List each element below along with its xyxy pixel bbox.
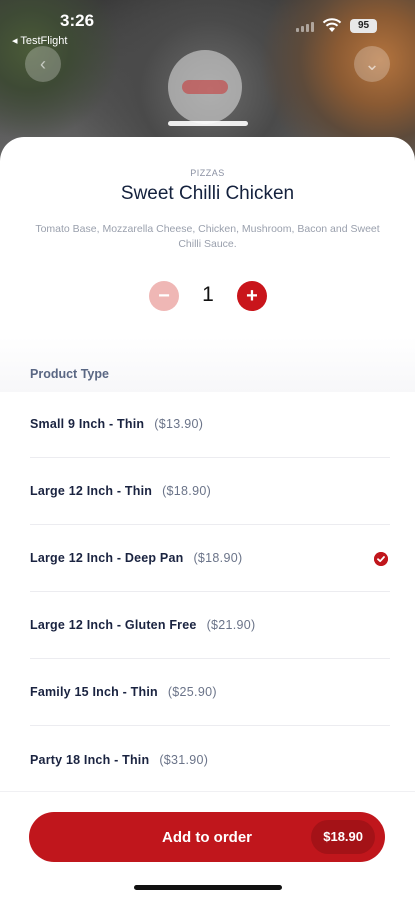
option-price: ($21.90) xyxy=(206,618,256,632)
decrease-quantity-button[interactable]: − xyxy=(149,281,179,311)
option-price: ($18.90) xyxy=(193,551,243,565)
option-name: Party 18 Inch - Thin xyxy=(30,752,150,767)
selected-check-icon xyxy=(374,552,388,566)
quantity-value: 1 xyxy=(202,283,214,306)
option-name: Small 9 Inch - Thin xyxy=(30,417,145,431)
order-total-badge: $18.90 xyxy=(311,820,375,854)
product-type-option[interactable]: Party 18 Inch - Thin ($31.90) xyxy=(30,726,390,793)
option-name: Large 12 Inch - Deep Pan xyxy=(30,551,184,565)
product-type-option[interactable]: Family 15 Inch - Thin ($25.90) xyxy=(30,659,390,726)
product-type-heading: Product Type xyxy=(30,367,109,381)
plate-image xyxy=(168,50,242,124)
cellular-signal-icon xyxy=(296,22,314,32)
add-to-order-button[interactable]: Add to order $18.90 xyxy=(29,812,385,862)
footer-divider xyxy=(0,791,415,792)
section-band xyxy=(0,337,415,392)
option-price: ($18.90) xyxy=(162,484,212,498)
quantity-stepper: − 1 + xyxy=(0,281,415,313)
product-type-option[interactable]: Large 12 Inch - Gluten Free ($21.90) xyxy=(30,592,390,659)
status-bar: 3:26 ◂ TestFlight 95 xyxy=(0,0,415,50)
product-type-option[interactable]: Small 9 Inch - Thin ($13.90) xyxy=(30,391,390,458)
product-type-option[interactable]: Large 12 Inch - Thin ($18.90) xyxy=(30,458,390,525)
option-price: ($31.90) xyxy=(159,752,209,767)
increase-quantity-button[interactable]: + xyxy=(237,281,267,311)
status-time: 3:26 xyxy=(60,11,95,30)
wifi-icon xyxy=(322,18,342,32)
home-indicator[interactable] xyxy=(134,885,282,890)
back-to-testflight[interactable]: ◂ TestFlight xyxy=(12,34,67,47)
product-type-list: Small 9 Inch - Thin ($13.90) Large 12 In… xyxy=(30,391,390,793)
option-price: ($13.90) xyxy=(154,417,204,431)
product-description: Tomato Base, Mozzarella Cheese, Chicken,… xyxy=(35,223,380,250)
option-name: Large 12 Inch - Thin xyxy=(30,484,153,498)
add-to-order-label: Add to order xyxy=(162,828,252,846)
sheet-grabber[interactable] xyxy=(168,121,248,126)
option-name: Family 15 Inch - Thin xyxy=(30,685,158,699)
product-category: PIZZAS xyxy=(190,168,225,178)
product-title: Sweet Chilli Chicken xyxy=(120,183,295,204)
battery-icon: 95 xyxy=(350,19,377,33)
close-icon[interactable]: ‹ xyxy=(25,46,61,82)
product-type-option-selected[interactable]: Large 12 Inch - Deep Pan ($18.90) xyxy=(30,525,390,592)
option-name: Large 12 Inch - Gluten Free xyxy=(30,618,197,632)
share-icon[interactable]: ⌄ xyxy=(354,46,390,82)
option-price: ($25.90) xyxy=(167,685,217,699)
product-sheet: PIZZAS Sweet Chilli Chicken Tomato Base,… xyxy=(0,137,415,900)
